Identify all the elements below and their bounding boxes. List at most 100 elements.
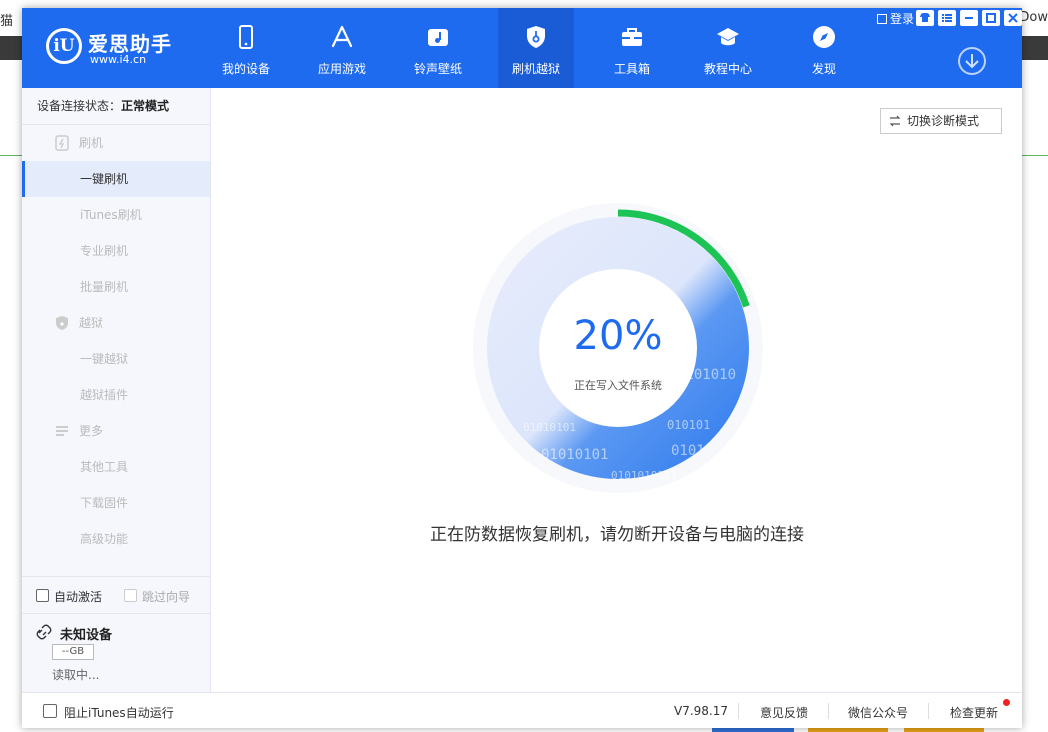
download-button[interactable]	[958, 47, 986, 75]
sidebar-group-flash[interactable]: 刷机	[22, 125, 210, 161]
logo-mark: iU	[46, 28, 82, 64]
login-icon	[876, 14, 887, 24]
login-label: 登录	[889, 12, 914, 26]
music-wallpaper-icon	[428, 29, 448, 46]
phone-icon	[239, 25, 253, 49]
host-right-text: Dow	[1019, 10, 1048, 25]
nav-label: 应用游戏	[317, 62, 366, 76]
binary-text: 010101	[667, 418, 710, 432]
swap-icon	[889, 115, 901, 127]
block-itunes-checkbox[interactable]	[43, 704, 57, 718]
sidebar-group-jailbreak[interactable]: 越狱	[22, 305, 210, 341]
skin-button[interactable]	[916, 10, 934, 26]
host-left-text: 猫	[0, 14, 14, 29]
binary-text: 0101010101	[611, 469, 677, 482]
flash-icon	[55, 135, 69, 151]
sidebar-item-label: 批量刷机	[80, 280, 129, 294]
sidebar-item-download-firmware[interactable]: 下载固件	[22, 485, 210, 521]
i4-app-window: iU 爱思助手 www.i4.cn 我的设备 应用游戏 铃声壁纸 刷机越狱 工具…	[22, 8, 1022, 728]
nav-label: 教程中心	[703, 62, 752, 76]
minimize-button[interactable]	[960, 10, 978, 26]
sidebar-item-itunes-flash[interactable]: iTunes刷机	[22, 197, 210, 233]
nav-label: 发现	[811, 62, 836, 76]
skip-guide-checkbox[interactable]	[124, 589, 137, 602]
update-badge	[1003, 699, 1010, 706]
skip-guide-label: 跳过向导	[142, 590, 191, 604]
device-panel: 未知设备 --GB 读取中...	[22, 616, 211, 692]
sidebar-item-jailbreak-plugins[interactable]: 越狱插件	[22, 377, 210, 413]
nav-label: 刷机越狱	[511, 62, 560, 76]
sidebar: 设备连接状态：正常模式 刷机 一键刷机 iTunes刷机 专业刷机 批量刷机 越…	[22, 88, 211, 692]
maximize-icon	[986, 13, 996, 23]
sidebar-options: 自动激活 跳过向导	[22, 576, 211, 614]
sidebar-item-label: 下载固件	[80, 496, 129, 510]
sidebar-item-label: 一键刷机	[80, 172, 129, 186]
binary-text: 01010101	[541, 447, 608, 463]
nav-item-my-device[interactable]: 我的设备	[208, 8, 284, 88]
nav-item-apps[interactable]: 应用游戏	[304, 8, 380, 88]
nav-label: 铃声壁纸	[413, 62, 462, 76]
nav-item-tutorials[interactable]: 教程中心	[690, 8, 766, 88]
wechat-link[interactable]: 微信公众号	[848, 704, 908, 721]
sidebar-item-advanced[interactable]: 高级功能	[22, 521, 210, 557]
nav-item-flash-jailbreak[interactable]: 刷机越狱	[498, 8, 574, 88]
sidebar-item-label: iTunes刷机	[80, 208, 142, 222]
login-link[interactable]: 登录	[876, 10, 914, 27]
sidebar-item-label: 专业刷机	[80, 244, 129, 258]
nav-item-discover[interactable]: 发现	[786, 8, 862, 88]
nav-label: 我的设备	[221, 62, 270, 76]
progress-label: 正在写入文件系统	[574, 379, 662, 392]
connection-value: 正常模式	[121, 99, 170, 113]
version-label: V7.98.17	[674, 704, 729, 718]
connection-label: 设备连接状态：	[37, 99, 122, 113]
diag-button-label: 切换诊断模式	[907, 114, 980, 128]
shirt-icon	[920, 13, 930, 22]
binary-text: 01010101	[523, 421, 576, 434]
unlinked-icon	[36, 624, 52, 640]
list-icon	[56, 426, 68, 436]
nav-item-toolbox[interactable]: 工具箱	[594, 8, 670, 88]
sidebar-item-one-click-jailbreak[interactable]: 一键越狱	[22, 341, 210, 377]
block-itunes-label: 阻止iTunes自动运行	[64, 706, 174, 720]
auto-activate-label: 自动激活	[54, 590, 103, 604]
compass-icon	[813, 26, 835, 48]
menu-button[interactable]	[938, 10, 956, 26]
top-navigation-bar: iU 爱思助手 www.i4.cn 我的设备 应用游戏 铃声壁纸 刷机越狱 工具…	[22, 8, 1022, 88]
switch-diagnostic-mode-button[interactable]: 切换诊断模式	[880, 108, 1002, 134]
sidebar-item-one-click-flash[interactable]: 一键刷机	[22, 161, 210, 197]
close-icon	[1008, 13, 1018, 23]
app-logo[interactable]: iU 爱思助手 www.i4.cn	[46, 26, 196, 70]
flash-status-message: 正在防数据恢复刷机，请勿断开设备与电脑的连接	[430, 525, 804, 545]
sidebar-item-other-tools[interactable]: 其他工具	[22, 449, 210, 485]
main-content: 切换诊断模式 0101010 01010101 010101 01010101 …	[212, 88, 1022, 692]
close-button[interactable]	[1004, 10, 1022, 26]
logo-url: www.i4.cn	[90, 53, 147, 66]
progress-percent: 20%	[573, 313, 663, 359]
sidebar-group-more[interactable]: 更多	[22, 413, 210, 449]
feedback-link[interactable]: 意见反馈	[760, 704, 808, 721]
check-update-link[interactable]: 检查更新	[950, 704, 998, 721]
auto-activate-checkbox[interactable]	[36, 589, 49, 602]
minimize-icon	[965, 17, 973, 19]
device-capacity: --GB	[52, 644, 94, 660]
menu-icon	[942, 14, 952, 22]
arrow-down-icon	[965, 54, 979, 69]
sidebar-item-label: 越狱	[79, 316, 104, 330]
nav-item-ringtones[interactable]: 铃声壁纸	[400, 8, 476, 88]
divider	[738, 703, 739, 719]
toolbox-icon	[622, 28, 642, 46]
maximize-button[interactable]	[982, 10, 1000, 26]
flash-progress: 0101010 01010101 010101 01010101 0101 01…	[471, 201, 765, 495]
divider	[928, 703, 929, 719]
shield-icon	[56, 316, 68, 330]
sidebar-item-label: 刷机	[79, 136, 104, 150]
connection-status: 设备连接状态：正常模式	[22, 88, 210, 125]
sidebar-item-batch-flash[interactable]: 批量刷机	[22, 269, 210, 305]
sidebar-item-pro-flash[interactable]: 专业刷机	[22, 233, 210, 269]
app-store-icon	[331, 25, 353, 48]
device-status: 读取中...	[52, 668, 100, 682]
sidebar-item-label: 越狱插件	[80, 388, 129, 402]
device-name: 未知设备	[60, 628, 113, 643]
sidebar-item-label: 一键越狱	[80, 352, 129, 366]
divider	[828, 703, 829, 719]
